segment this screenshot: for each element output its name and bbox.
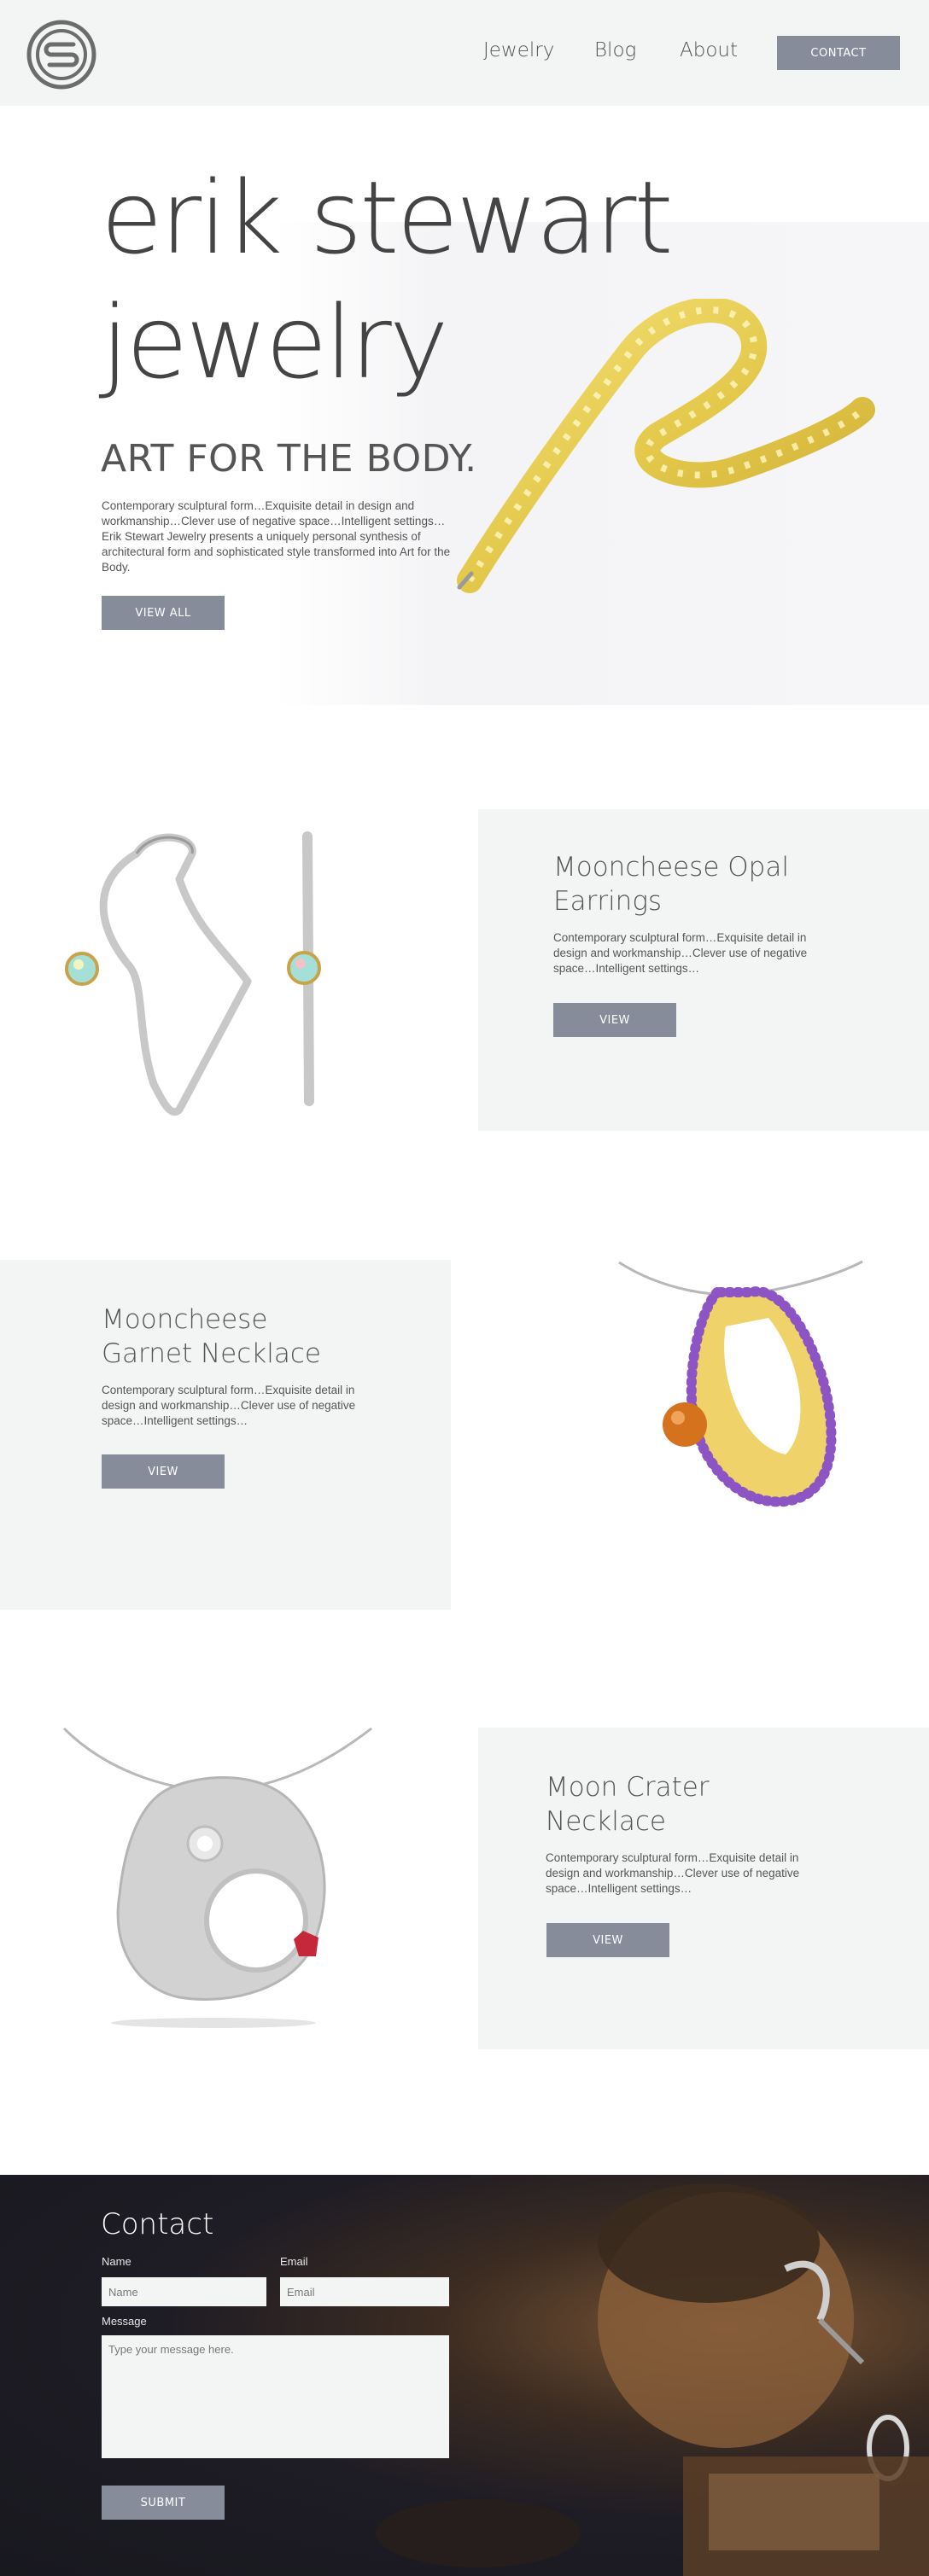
- message-label: Message: [102, 2315, 147, 2328]
- product-title-line2: Earrings: [553, 886, 663, 917]
- hero-subtitle: ART FOR THE BODY.: [101, 437, 477, 481]
- product-description: Contemporary sculptural form…Exquisite d…: [102, 1384, 356, 1427]
- view-button-moon-crater-necklace[interactable]: VIEW: [546, 1923, 669, 1957]
- message-textarea[interactable]: [102, 2335, 449, 2458]
- product-title-line2: Garnet Necklace: [102, 1338, 321, 1369]
- product-title-line2: Necklace: [546, 1806, 666, 1837]
- email-input[interactable]: [280, 2277, 449, 2306]
- view-all-button[interactable]: VIEW ALL: [102, 596, 225, 630]
- contact-title: Contact: [101, 2207, 214, 2241]
- product-title-line1: Moon Crater: [546, 1772, 710, 1803]
- view-button-earrings[interactable]: VIEW: [553, 1003, 676, 1037]
- submit-button[interactable]: SUBMIT: [102, 2486, 225, 2520]
- product-description: Contemporary sculptural form…Exquisite d…: [553, 931, 808, 975]
- view-button-garnet-necklace[interactable]: VIEW: [102, 1454, 225, 1489]
- product-title-line1: Mooncheese Opal: [553, 852, 789, 883]
- opal-earrings-image: [65, 831, 321, 1116]
- hero-description: Contemporary sculptural form…Exquisite d…: [102, 499, 451, 574]
- garnet-necklace-image: [618, 1260, 863, 1507]
- product-description: Contemporary sculptural form…Exquisite d…: [546, 1851, 800, 1895]
- gold-bracelet-image: [457, 299, 875, 593]
- name-label: Name: [102, 2255, 131, 2268]
- contact-button[interactable]: CONTACT: [777, 36, 900, 70]
- email-label: Email: [280, 2255, 308, 2268]
- product-title-line1: Mooncheese: [102, 1304, 268, 1335]
- nav-about[interactable]: About: [680, 39, 738, 61]
- logo-icon[interactable]: [26, 19, 97, 90]
- name-input[interactable]: [102, 2277, 266, 2306]
- nav-blog[interactable]: Blog: [594, 39, 636, 61]
- moon-crater-necklace-image: [62, 1727, 372, 2028]
- hero-title-line2: jewelry: [101, 283, 449, 401]
- nav-jewelry[interactable]: Jewelry: [483, 39, 554, 61]
- hero-title-line1: erik stewart: [101, 159, 674, 277]
